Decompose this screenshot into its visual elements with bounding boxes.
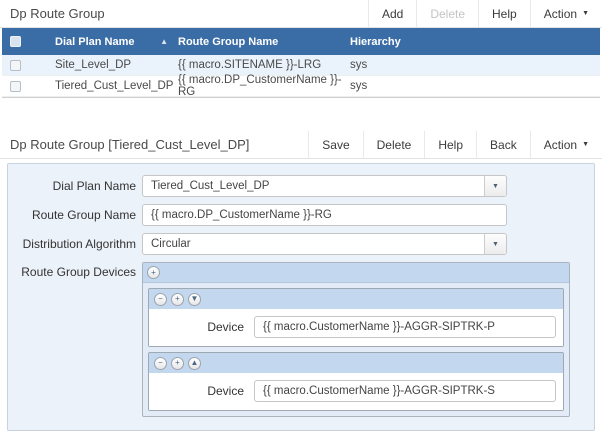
distribution-algorithm-selected-value: Circular	[143, 238, 484, 250]
field-row-dial-plan-name: Dial Plan Name Tiered_Cust_Level_DP ▼	[8, 175, 594, 197]
cell-hierarchy: sys	[350, 80, 600, 92]
add-device-button[interactable]: +	[171, 357, 184, 370]
caret-down-icon: ▼	[582, 141, 589, 148]
column-header-label: Dial Plan Name	[55, 36, 134, 48]
row-checkbox-cell	[2, 81, 43, 92]
device-label: Device	[155, 320, 244, 334]
add-device-button[interactable]: +	[171, 293, 184, 306]
remove-device-button[interactable]: −	[154, 357, 167, 370]
back-button[interactable]: Back	[476, 131, 530, 158]
section-gap	[0, 98, 602, 131]
sort-ascending-icon: ▲	[160, 38, 168, 46]
select-all-checkbox[interactable]	[10, 36, 21, 47]
detail-section: Dp Route Group [Tiered_Cust_Level_DP] Sa…	[0, 131, 602, 431]
row-checkbox-cell	[2, 60, 43, 71]
route-group-devices-panel: + − + ▼ Device − +	[142, 262, 570, 417]
action-menu-label: Action	[544, 138, 577, 152]
devices-panel-header: +	[143, 263, 569, 283]
delete-button[interactable]: Delete	[416, 0, 478, 27]
device-label: Device	[155, 384, 244, 398]
row-checkbox[interactable]	[10, 81, 21, 92]
route-group-name-input[interactable]	[142, 204, 507, 226]
device-item: − + ▲ Device	[148, 352, 564, 411]
cell-route-group-name: {{ macro.DP_CustomerName }}-RG	[178, 74, 350, 98]
route-group-table: Dial Plan Name ▲ Route Group Name Hierar…	[2, 28, 600, 98]
dial-plan-name-select[interactable]: Tiered_Cust_Level_DP ▼	[142, 175, 507, 197]
remove-device-button[interactable]: −	[154, 293, 167, 306]
help-button[interactable]: Help	[424, 131, 476, 158]
header-checkbox-cell	[2, 36, 43, 47]
list-toolbar: Dp Route Group Add Delete Help Action ▼	[0, 0, 602, 28]
save-button[interactable]: Save	[308, 131, 362, 158]
move-up-button[interactable]: ▲	[188, 357, 201, 370]
route-group-devices-label: Route Group Devices	[8, 262, 136, 279]
dial-plan-name-label: Dial Plan Name	[8, 179, 136, 193]
cell-hierarchy: sys	[350, 59, 600, 71]
list-section: Dp Route Group Add Delete Help Action ▼ …	[0, 0, 602, 98]
add-button[interactable]: Add	[368, 0, 416, 27]
caret-down-icon: ▼	[582, 10, 589, 17]
distribution-algorithm-select[interactable]: Circular ▼	[142, 233, 507, 255]
table-header-row: Dial Plan Name ▲ Route Group Name Hierar…	[2, 28, 600, 55]
field-row-route-group-name: Route Group Name	[8, 204, 594, 226]
delete-button[interactable]: Delete	[363, 131, 425, 158]
column-header-hierarchy[interactable]: Hierarchy	[350, 36, 600, 48]
action-menu-button[interactable]: Action ▼	[530, 0, 602, 27]
detail-form: Dial Plan Name Tiered_Cust_Level_DP ▼ Ro…	[7, 163, 595, 431]
dropdown-arrow-icon[interactable]: ▼	[484, 176, 506, 196]
device-item-header: − + ▼	[149, 289, 563, 309]
add-device-button[interactable]: +	[147, 266, 160, 279]
detail-page-title: Dp Route Group [Tiered_Cust_Level_DP]	[0, 131, 308, 158]
action-menu-button[interactable]: Action ▼	[530, 131, 602, 158]
dropdown-arrow-icon[interactable]: ▼	[484, 234, 506, 254]
dial-plan-name-selected-value: Tiered_Cust_Level_DP	[143, 180, 484, 192]
column-header-route-group-name[interactable]: Route Group Name	[178, 36, 350, 48]
field-row-distribution-algorithm: Distribution Algorithm Circular ▼	[8, 233, 594, 255]
device-item-header: − + ▲	[149, 353, 563, 373]
device-input[interactable]	[254, 380, 556, 402]
cell-route-group-name: {{ macro.SITENAME }}-LRG	[178, 59, 350, 71]
row-checkbox[interactable]	[10, 60, 21, 71]
field-row-route-group-devices: Route Group Devices + − + ▼ Device	[8, 262, 594, 417]
device-item: − + ▼ Device	[148, 288, 564, 347]
cell-dial-plan-name: Tiered_Cust_Level_DP	[43, 80, 178, 92]
help-button[interactable]: Help	[478, 0, 530, 27]
column-header-dial-plan-name[interactable]: Dial Plan Name ▲	[43, 36, 178, 48]
route-group-name-label: Route Group Name	[8, 208, 136, 222]
action-menu-label: Action	[544, 7, 577, 21]
list-page-title: Dp Route Group	[0, 0, 368, 27]
move-down-button[interactable]: ▼	[188, 293, 201, 306]
detail-toolbar: Dp Route Group [Tiered_Cust_Level_DP] Sa…	[0, 131, 602, 159]
distribution-algorithm-label: Distribution Algorithm	[8, 237, 136, 251]
device-input[interactable]	[254, 316, 556, 338]
table-row[interactable]: Tiered_Cust_Level_DP {{ macro.DP_Custome…	[2, 76, 600, 97]
device-field-row: Device	[149, 373, 563, 410]
cell-dial-plan-name: Site_Level_DP	[43, 59, 178, 71]
device-field-row: Device	[149, 309, 563, 346]
table-row[interactable]: Site_Level_DP {{ macro.SITENAME }}-LRG s…	[2, 55, 600, 76]
